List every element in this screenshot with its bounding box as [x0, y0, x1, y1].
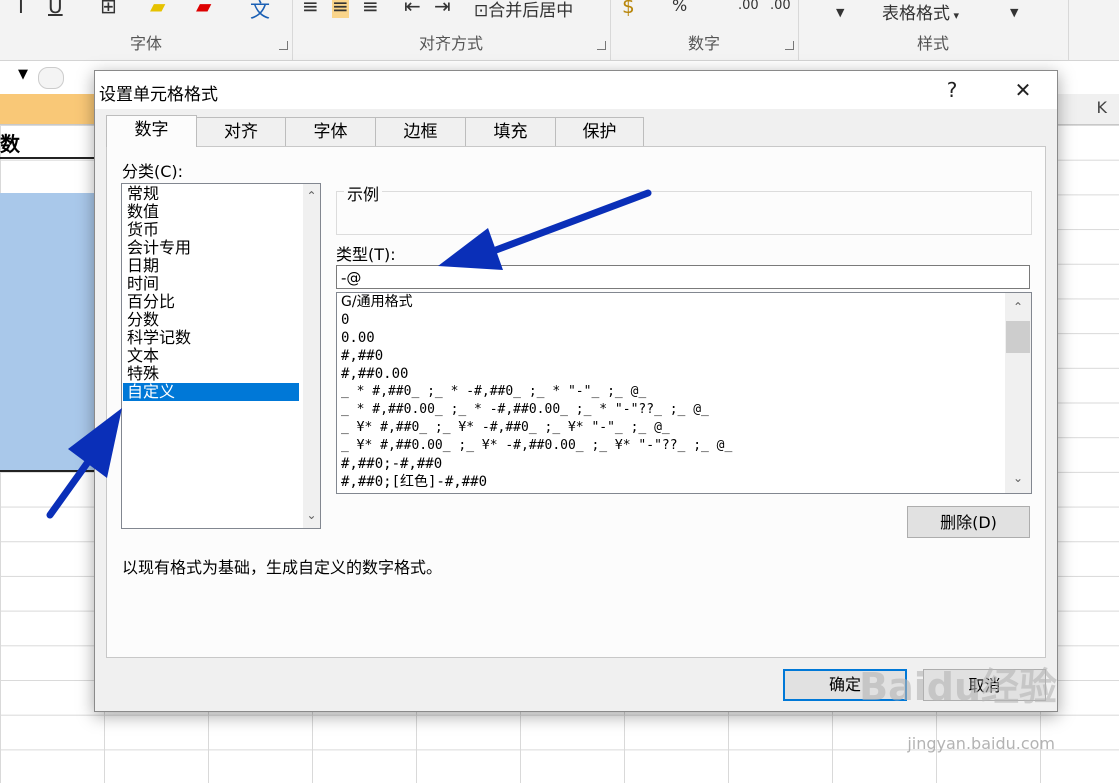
tab-number[interactable]: 数字 — [106, 115, 197, 147]
watermark-logo: Baidu经验 — [859, 665, 1057, 709]
arrow-to-custom-category — [46, 408, 122, 519]
watermark-url: jingyan.baidu.com — [907, 734, 1055, 753]
arrow-to-type-field — [438, 189, 652, 270]
